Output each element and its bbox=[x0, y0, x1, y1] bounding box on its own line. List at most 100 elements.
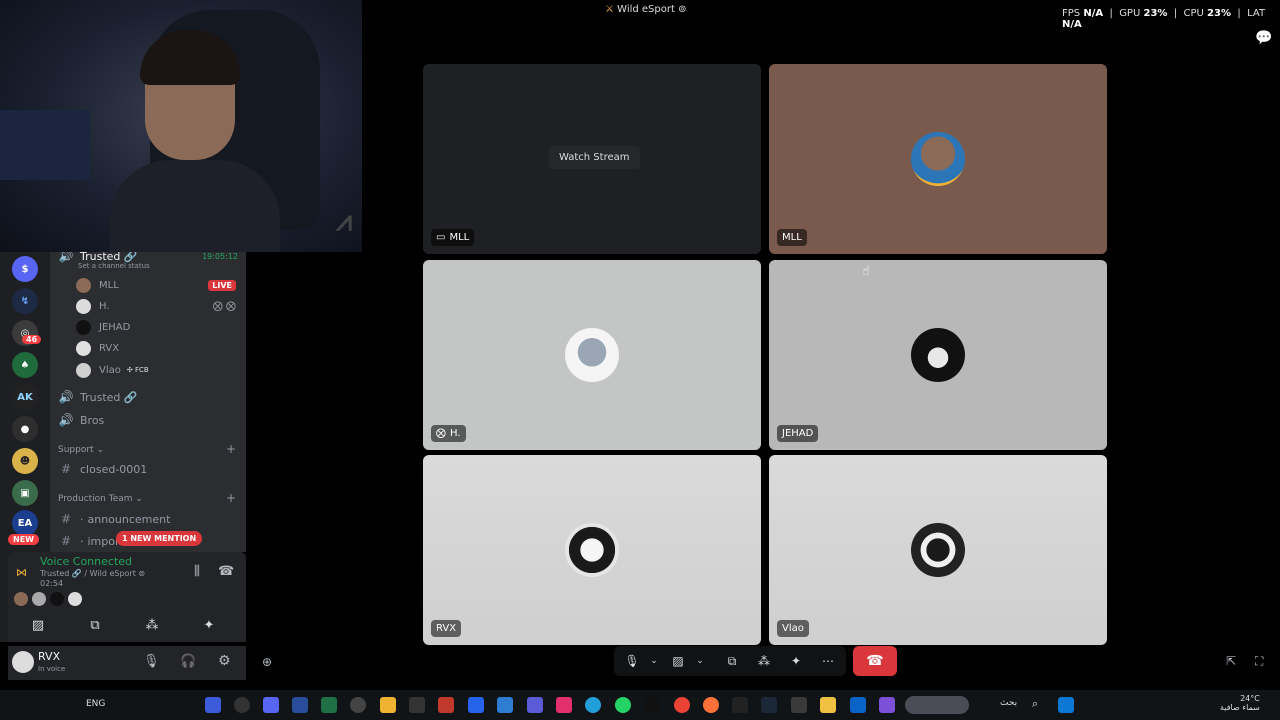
add-channel-icon[interactable]: + bbox=[226, 442, 236, 456]
channel-status[interactable]: Set a channel status bbox=[78, 262, 150, 270]
user-avatar[interactable] bbox=[12, 651, 34, 673]
webcam-overlay: ⩘ bbox=[0, 0, 362, 252]
tiktok-icon[interactable] bbox=[644, 697, 660, 713]
chrome-icon[interactable] bbox=[674, 697, 690, 713]
activities-button[interactable]: ⁂ bbox=[752, 650, 776, 672]
pop-out-icon[interactable]: ⇱ bbox=[1226, 654, 1236, 668]
activities-button[interactable]: ⁂ bbox=[126, 614, 178, 636]
telegram-icon[interactable] bbox=[585, 697, 601, 713]
fullscreen-icon[interactable]: ⛶ bbox=[1255, 654, 1263, 669]
steam-icon[interactable] bbox=[761, 697, 777, 713]
taskbar-app-icon[interactable] bbox=[380, 697, 396, 713]
fps-value: N/A bbox=[1083, 8, 1104, 19]
taskbar-app-icon[interactable] bbox=[205, 697, 221, 713]
chat-icon[interactable]: 💬 bbox=[1255, 30, 1272, 46]
search-label[interactable]: بحث bbox=[1000, 698, 1017, 708]
camera-off-button[interactable]: ▨ bbox=[12, 614, 64, 636]
share-screen-button[interactable]: ⧉ bbox=[720, 650, 744, 672]
instagram-icon[interactable] bbox=[556, 697, 572, 713]
user-name[interactable]: RVX bbox=[38, 650, 60, 663]
store-icon[interactable] bbox=[791, 697, 807, 713]
server-icon[interactable]: ↯ bbox=[12, 288, 38, 314]
soundboard-button[interactable]: ✦ bbox=[784, 650, 808, 672]
taskbar-app-icon[interactable] bbox=[497, 697, 513, 713]
epic-games-icon[interactable] bbox=[732, 697, 748, 713]
watch-stream-button[interactable]: Watch Stream bbox=[549, 146, 640, 169]
voice-channel[interactable]: 🔊 Bros bbox=[50, 410, 246, 430]
invite-to-voice-icon[interactable]: ⊕ bbox=[262, 655, 272, 669]
more-icon: ⋯ bbox=[822, 654, 834, 668]
windows-start-icon[interactable] bbox=[1058, 697, 1074, 713]
video-tile[interactable]: Watch Stream ▭ MLL bbox=[423, 64, 761, 254]
taskbar-app-icon[interactable] bbox=[527, 697, 543, 713]
mic-options-chevron[interactable]: ⌄ bbox=[642, 650, 666, 672]
new-mention-pill[interactable]: 1 NEW MENTION bbox=[116, 531, 203, 546]
headphones-icon[interactable]: 🎧 bbox=[180, 654, 196, 669]
mute-button[interactable]: 🎙 bbox=[620, 650, 644, 672]
windows-taskbar: ENG بحث ⌕ 24°C سماء صافية bbox=[0, 690, 1280, 720]
server-icon[interactable]: ● bbox=[12, 416, 38, 442]
text-channel[interactable]: # · announcement bbox=[50, 509, 246, 529]
voice-channel[interactable]: 🔊 Trusted 🔗 bbox=[50, 387, 246, 407]
category-production-team[interactable]: Production Team ⌄ bbox=[58, 494, 143, 504]
noise-suppression-icon[interactable]: ⫼ bbox=[194, 564, 200, 579]
video-tile[interactable]: RVX bbox=[423, 455, 761, 645]
voice-member[interactable]: JEHAD bbox=[76, 317, 246, 337]
streamer-body bbox=[110, 160, 280, 252]
server-icon[interactable]: EA bbox=[12, 510, 38, 536]
voice-member[interactable]: RVX bbox=[76, 338, 246, 358]
server-icon[interactable]: $ bbox=[12, 256, 38, 282]
voice-location[interactable]: Trusted 🔗 / Wild eSport ⊚ bbox=[40, 569, 145, 578]
disconnect-button[interactable]: ☎ bbox=[853, 646, 897, 676]
weather-widget[interactable]: 24°C سماء صافية bbox=[1220, 694, 1260, 712]
more-options-button[interactable]: ⋯ bbox=[816, 650, 840, 672]
camera-off-icon: ▨ bbox=[672, 654, 684, 668]
taskbar-app-icon[interactable] bbox=[321, 697, 337, 713]
camera-options-chevron[interactable]: ⌄ bbox=[688, 650, 712, 672]
channel-timer: 19:05:12 bbox=[202, 252, 238, 261]
voice-member[interactable]: MLL LIVE bbox=[76, 275, 246, 295]
taskbar-app-icon[interactable] bbox=[292, 697, 308, 713]
video-tile[interactable]: MLL bbox=[769, 64, 1107, 254]
server-icon[interactable]: ♠ bbox=[12, 352, 38, 378]
video-tile[interactable]: ⨂ H. bbox=[423, 260, 761, 450]
outlook-icon[interactable] bbox=[850, 697, 866, 713]
participant-avatar bbox=[911, 132, 965, 186]
search-icon[interactable]: ⌕ bbox=[1032, 697, 1038, 711]
folder-icon[interactable] bbox=[820, 697, 836, 713]
video-tile[interactable]: Vlao bbox=[769, 455, 1107, 645]
whatsapp-icon[interactable] bbox=[615, 697, 631, 713]
taskbar-app-icon[interactable] bbox=[468, 697, 484, 713]
share-screen-button[interactable]: ⧉ bbox=[69, 614, 121, 636]
language-indicator[interactable]: ENG bbox=[86, 699, 105, 709]
microphone-icon[interactable]: 🎙 bbox=[143, 654, 160, 669]
avatar bbox=[14, 592, 28, 606]
search-highlight-image[interactable] bbox=[905, 696, 969, 714]
taskbar-app-icon[interactable] bbox=[409, 697, 425, 713]
fps-label: FPS bbox=[1062, 8, 1081, 19]
add-channel-icon[interactable]: + bbox=[226, 491, 236, 505]
disconnect-icon[interactable]: ☎ bbox=[218, 564, 234, 579]
voice-member[interactable]: Vlao ✣ FCB bbox=[76, 360, 246, 380]
copilot-icon[interactable] bbox=[879, 697, 895, 713]
firefox-icon[interactable] bbox=[703, 697, 719, 713]
server-icon[interactable]: ☻ bbox=[12, 448, 38, 474]
camera-button[interactable]: ▨ bbox=[666, 650, 690, 672]
taskbar-app-icon[interactable] bbox=[350, 697, 366, 713]
server-icon[interactable]: ▣ bbox=[12, 480, 38, 506]
voice-status[interactable]: Voice Connected bbox=[40, 555, 132, 568]
discord-icon[interactable] bbox=[263, 697, 279, 713]
performance-overlay: FPS N/A | GPU 23% | CPU 23% | LAT N/A bbox=[1062, 8, 1266, 30]
soundboard-button[interactable]: ✦ bbox=[183, 614, 235, 636]
avatar bbox=[76, 277, 91, 293]
text-channel[interactable]: # closed-0001 bbox=[50, 459, 246, 479]
voice-member[interactable]: H. ⨂ ⨂ bbox=[76, 296, 246, 316]
category-support[interactable]: Support ⌄ bbox=[58, 445, 104, 455]
tile-label: RVX bbox=[431, 620, 462, 637]
gear-icon[interactable]: ⚙ bbox=[218, 653, 231, 669]
taskbar-app-icon[interactable] bbox=[234, 697, 250, 713]
server-icon[interactable]: AK bbox=[12, 384, 38, 410]
taskbar-app-icon[interactable] bbox=[438, 697, 454, 713]
signal-icon[interactable]: ⋈ bbox=[16, 566, 27, 579]
video-tile[interactable]: JEHAD bbox=[769, 260, 1107, 450]
